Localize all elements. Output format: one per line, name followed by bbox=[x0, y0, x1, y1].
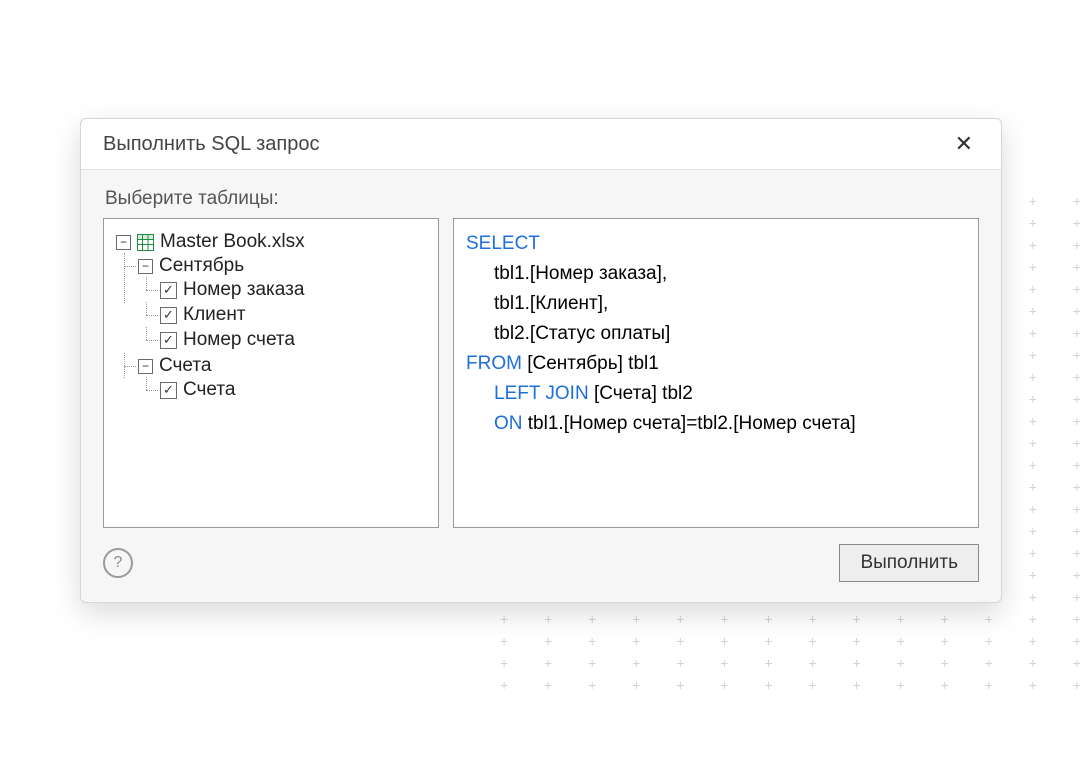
tree-toggle-sheet-0[interactable] bbox=[138, 259, 153, 274]
sql-on-clause: tbl1.[Номер счета]=tbl2.[Номер счета] bbox=[523, 413, 856, 434]
tree-column-label: Номер счета bbox=[183, 329, 295, 351]
close-icon[interactable]: ✕ bbox=[949, 131, 979, 157]
tree-column-label: Клиент bbox=[183, 304, 246, 326]
tables-prompt: Выберите таблицы: bbox=[105, 188, 979, 210]
tree-column-label: Счета bbox=[183, 379, 235, 401]
sql-editor[interactable]: SELECT tbl1.[Номер заказа], tbl1.[Клиент… bbox=[453, 218, 979, 528]
sql-keyword-join: LEFT JOIN bbox=[494, 383, 589, 404]
tree-column-label: Номер заказа bbox=[183, 279, 304, 301]
sql-keyword-select: SELECT bbox=[466, 233, 540, 254]
help-icon[interactable]: ? bbox=[103, 548, 133, 578]
tree-toggle-sheet-1[interactable] bbox=[138, 359, 153, 374]
titlebar: Выполнить SQL запрос ✕ bbox=[81, 119, 1001, 170]
tree-column-checkbox[interactable] bbox=[160, 382, 177, 399]
tree-column-checkbox[interactable] bbox=[160, 332, 177, 349]
tree-column-checkbox[interactable] bbox=[160, 307, 177, 324]
tree-sheet-label: Сентябрь bbox=[159, 255, 244, 277]
tree-toggle-file[interactable] bbox=[116, 235, 131, 250]
sql-dialog: Выполнить SQL запрос ✕ Выберите таблицы: bbox=[80, 118, 1002, 603]
dialog-title: Выполнить SQL запрос bbox=[103, 133, 319, 156]
sql-join-clause: [Счета] tbl2 bbox=[589, 383, 693, 404]
sql-select-col: tbl1.[Номер заказа], bbox=[466, 259, 966, 289]
tree-file-label: Master Book.xlsx bbox=[160, 231, 305, 253]
sql-select-col: tbl2.[Статус оплаты] bbox=[466, 319, 966, 349]
sql-keyword-from: FROM bbox=[466, 353, 522, 374]
run-button[interactable]: Выполнить bbox=[839, 544, 979, 582]
sql-select-col: tbl1.[Клиент], bbox=[466, 289, 966, 319]
excel-file-icon bbox=[137, 234, 154, 251]
tree-column-checkbox[interactable] bbox=[160, 282, 177, 299]
tables-tree[interactable]: Master Book.xlsx Сентябрь bbox=[103, 218, 439, 528]
tree-sheet-label: Счета bbox=[159, 355, 211, 377]
sql-from-clause: [Сентябрь] tbl1 bbox=[522, 353, 659, 374]
sql-keyword-on: ON bbox=[494, 413, 523, 434]
